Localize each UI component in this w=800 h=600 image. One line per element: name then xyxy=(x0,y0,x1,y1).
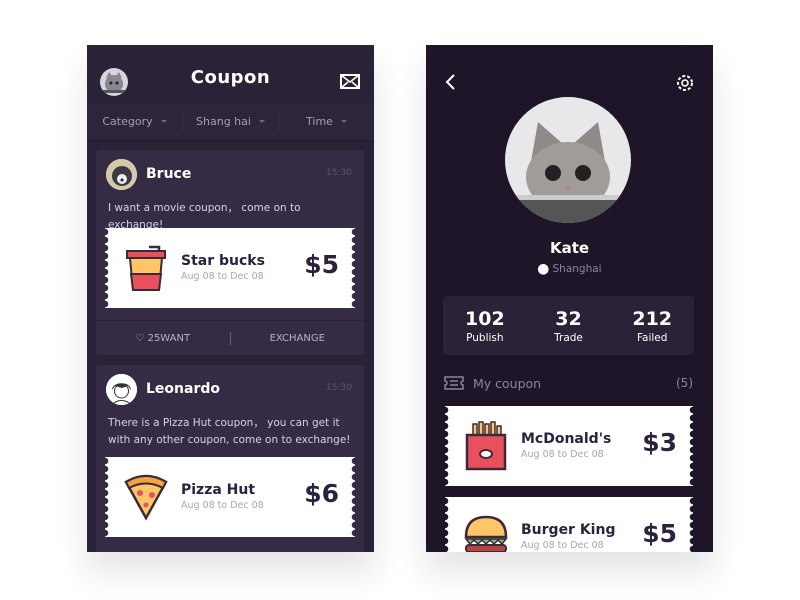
coupon-ticket[interactable]: Pizza Hut Aug 08 to Dec 08 $6 xyxy=(101,457,359,537)
filter-category[interactable]: Category xyxy=(87,113,183,130)
stats-panel: 102 Publish 32 Trade 212 Failed xyxy=(443,296,694,355)
coupon-name: Star bucks xyxy=(181,253,265,269)
stat-label: Publish xyxy=(466,331,504,344)
coupon-name: Burger King xyxy=(521,522,616,538)
stat-label: Failed xyxy=(636,331,668,344)
stat-label: Trade xyxy=(554,331,583,344)
caret-down-icon xyxy=(258,120,265,123)
stat-value: 32 xyxy=(555,307,582,330)
filter-time[interactable]: Time xyxy=(279,114,374,130)
post-time: 15:30 xyxy=(326,168,352,178)
pizza-icon xyxy=(124,474,168,521)
coupon-dates: Aug 08 to Dec 08 xyxy=(521,540,604,551)
coupon-dates: Aug 08 to Dec 08 xyxy=(521,449,604,460)
fries-icon xyxy=(465,421,507,471)
stat-value: 212 xyxy=(632,307,673,330)
coupon-ticket[interactable]: Burger King Aug 08 to Dec 08 $5 xyxy=(441,497,697,552)
want-button[interactable]: ♡ 25WANT xyxy=(96,333,230,344)
exchange-button[interactable]: EXCHANGE xyxy=(231,333,365,344)
profile-screen: Kate ⬤ Shanghai 102 Publish 32 Trade 212 Fa… xyxy=(426,45,713,552)
user-name: Bruce xyxy=(146,166,192,182)
avatar[interactable] xyxy=(106,159,137,190)
stat-failed[interactable]: 212 Failed xyxy=(610,308,694,344)
cat-photo-icon xyxy=(505,122,631,223)
header: Coupon xyxy=(87,45,374,103)
coupon-name: Pizza Hut xyxy=(181,482,256,498)
coupon-dates: Aug 08 to Dec 08 xyxy=(181,271,264,282)
section-title: My coupon xyxy=(473,376,542,391)
page-title: Coupon xyxy=(190,67,271,88)
user-name: Leonardo xyxy=(146,381,220,397)
back-icon[interactable] xyxy=(444,73,456,91)
want-count: 25WANT xyxy=(147,332,191,344)
heart-icon: ♡ xyxy=(135,332,148,344)
coupon-ticket[interactable]: Star bucks Aug 08 to Dec 08 $5 xyxy=(101,228,359,308)
burger-icon xyxy=(464,515,508,552)
coupon-price: $3 xyxy=(642,428,677,457)
location-pin-icon: ⬤ xyxy=(537,263,553,275)
stat-trade[interactable]: 32 Trade xyxy=(527,308,611,344)
gear-icon[interactable] xyxy=(675,73,695,93)
coupon-dates: Aug 08 to Dec 08 xyxy=(181,500,264,511)
coupon-price: $5 xyxy=(642,519,677,548)
post-message: There is a Pizza Hut coupon， you can get… xyxy=(108,417,351,446)
mail-icon[interactable] xyxy=(340,74,360,89)
profile-location: ⬤ Shanghai xyxy=(426,263,713,275)
caret-down-icon xyxy=(340,120,347,123)
coupon-ticket[interactable]: McDonald's Aug 08 to Dec 08 $3 xyxy=(441,406,697,486)
profile-avatar[interactable] xyxy=(505,97,631,223)
cat-avatar-icon xyxy=(106,159,137,190)
filter-bar: Category Shang hai Time xyxy=(87,103,374,141)
stat-publish[interactable]: 102 Publish xyxy=(443,308,527,344)
coupon-count: (5) xyxy=(676,376,693,390)
post-time: 15:30 xyxy=(326,383,352,393)
coupon-price: $6 xyxy=(304,479,339,508)
filter-label: Shang hai xyxy=(196,115,251,128)
location-text: Shanghai xyxy=(552,263,602,275)
coupon-feed-screen: Coupon Category Shang hai Time Bruce 15:… xyxy=(87,45,374,552)
filter-label: Category xyxy=(102,115,153,128)
coupon-name: McDonald's xyxy=(521,431,612,447)
profile-name: Kate xyxy=(549,239,590,257)
stat-value: 102 xyxy=(465,307,505,330)
filter-location[interactable]: Shang hai xyxy=(183,113,279,130)
post-card: Leonardo 15:30 There is a Pizza Hut coup… xyxy=(96,365,364,552)
post-card: Bruce 15:30 I want a movie coupon， come … xyxy=(96,150,364,355)
ticket-icon xyxy=(444,376,464,390)
coupon-price: $5 xyxy=(304,250,339,279)
caret-down-icon xyxy=(160,120,167,123)
coffee-cup-icon xyxy=(126,245,166,291)
avatar[interactable] xyxy=(106,374,137,405)
boy-avatar-icon xyxy=(106,374,137,405)
filter-label: Time xyxy=(306,115,333,128)
